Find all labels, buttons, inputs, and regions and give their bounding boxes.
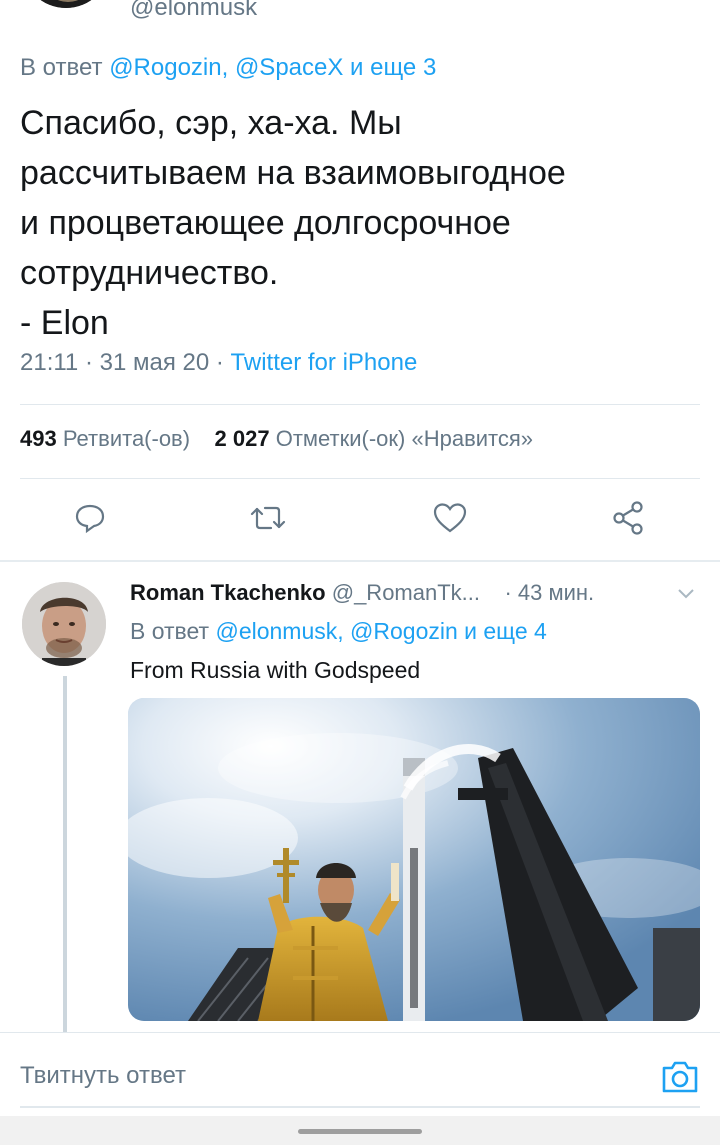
retweets-label: Ретвита(-ов) bbox=[62, 426, 191, 451]
reply-time: · 43 мин. bbox=[504, 580, 595, 605]
reply-header: Roman Tkachenko @_RomanTk... · 43 мин. bbox=[130, 580, 594, 606]
meta-separator: · bbox=[215, 349, 231, 376]
reply-composer-input[interactable]: Твитнуть ответ bbox=[20, 1062, 186, 1090]
camera-icon[interactable] bbox=[660, 1058, 700, 1101]
divider bbox=[20, 478, 700, 479]
retweet-icon bbox=[249, 501, 287, 540]
reply-to-line: В ответ @Rogozin, @SpaceX и еще 3 bbox=[20, 54, 436, 82]
reply-to-line: В ответ @elonmusk, @Rogozin и еще 4 bbox=[130, 618, 547, 645]
tweet-time: 21:11 bbox=[20, 349, 79, 376]
likes-label: Отметки(-ок) «Нравится» bbox=[275, 426, 534, 451]
tweet-text-line: сотрудничество. bbox=[20, 254, 279, 292]
heart-icon bbox=[432, 501, 468, 540]
share-button[interactable] bbox=[606, 498, 650, 542]
tweet-source-link[interactable]: Twitter for iPhone bbox=[231, 349, 418, 376]
reply-icon bbox=[73, 501, 107, 540]
thread-line bbox=[63, 676, 67, 1032]
reply-author-avatar[interactable] bbox=[22, 582, 106, 666]
composer-underline bbox=[20, 1106, 700, 1108]
divider bbox=[0, 1032, 720, 1033]
author-handle[interactable]: @elonmusk bbox=[130, 0, 257, 22]
divider bbox=[20, 404, 700, 405]
reply-author-name[interactable]: Roman Tkachenko bbox=[130, 580, 326, 605]
like-button[interactable] bbox=[428, 498, 472, 542]
share-icon bbox=[610, 500, 646, 541]
retweets-stat[interactable]: 493 Ретвита(-ов) bbox=[20, 426, 190, 451]
section-separator bbox=[0, 560, 720, 562]
chevron-down-icon[interactable] bbox=[674, 582, 698, 611]
reply-author-handle[interactable]: @_RomanTk... bbox=[332, 580, 480, 605]
tweet-actions bbox=[0, 494, 720, 546]
reply-text: From Russia with Godspeed bbox=[130, 657, 421, 683]
reply-prefix: В ответ bbox=[130, 618, 216, 644]
tweet-date: 31 мая 20 bbox=[99, 349, 210, 376]
tweet-text-line: - Elon bbox=[20, 304, 109, 342]
tweet-text: Спасибо, сэр, ха-ха. Мы рассчитываем на … bbox=[20, 98, 710, 348]
likes-count: 2 027 bbox=[214, 426, 270, 451]
tweet-text-line: Спасибо, сэр, ха-ха. Мы bbox=[20, 104, 402, 142]
reply-targets-link[interactable]: @Rogozin, @SpaceX и еще 3 bbox=[109, 54, 436, 81]
reply-photo[interactable] bbox=[128, 698, 700, 1021]
tweet-text-line: рассчитываем на взаимовыгодное bbox=[20, 154, 566, 192]
author-avatar[interactable] bbox=[22, 0, 110, 8]
retweet-button[interactable] bbox=[246, 498, 290, 542]
tweet-text-line: и процветающее долгосрочное bbox=[20, 204, 511, 242]
reply-button[interactable] bbox=[68, 498, 112, 542]
reply-targets-link[interactable]: @elonmusk, @Rogozin и еще 4 bbox=[215, 618, 546, 644]
likes-stat[interactable]: 2 027 Отметки(-ок) «Нравится» bbox=[215, 426, 534, 451]
home-gesture-pill[interactable] bbox=[298, 1129, 422, 1134]
meta-separator: · bbox=[84, 349, 100, 376]
reply-prefix: В ответ bbox=[20, 54, 110, 81]
tweet-meta: 21:11 · 31 мая 20 · Twitter for iPhone bbox=[20, 349, 417, 377]
retweets-count: 493 bbox=[20, 426, 57, 451]
tweet-stats: 493 Ретвита(-ов) 2 027 Отметки(-ок) «Нра… bbox=[20, 426, 533, 452]
